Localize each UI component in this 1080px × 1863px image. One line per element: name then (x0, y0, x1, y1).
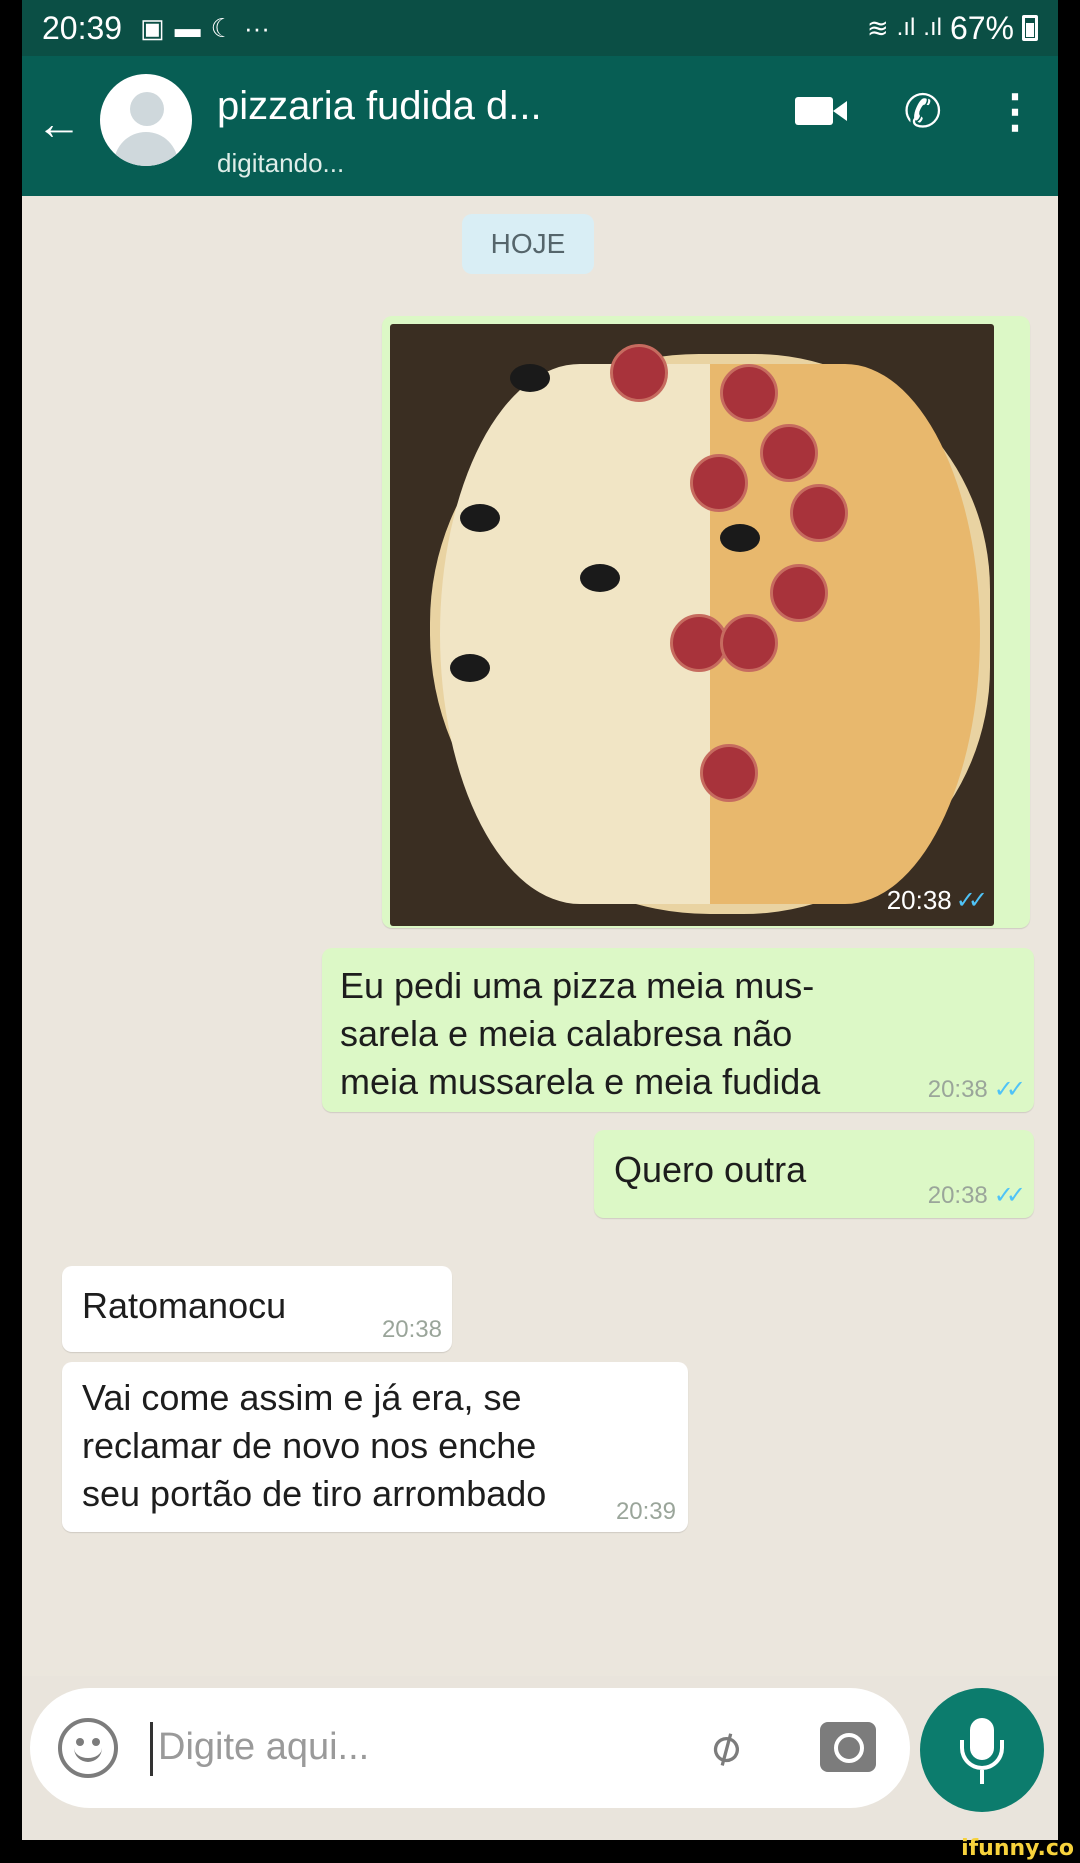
phone-screen: 20:39 ▣ ▬ ☾ ··· ≋ .ıl .ıl 67% ← pizzaria… (22, 0, 1058, 1840)
chat-header: ← pizzaria fudida d... digitando... ✆ ⋮ (22, 56, 1058, 196)
video-call-icon[interactable] (795, 87, 853, 135)
header-actions: ✆ ⋮ (795, 84, 1038, 138)
message-text: Ratomanocu (82, 1285, 287, 1326)
battery-level: 67% (949, 9, 1014, 46)
olive (720, 524, 760, 552)
message-text: Eu pedi uma pizza meia mus- sarela e mei… (340, 962, 900, 1106)
signal-icon: .ıl (923, 14, 942, 41)
status-time: 20:39 (42, 9, 123, 46)
olive (510, 364, 550, 392)
read-ticks-icon: ✓✓ (955, 887, 988, 914)
pepperoni (760, 424, 818, 482)
message-input[interactable]: Digite aqui... (158, 1726, 369, 1769)
message-image-outgoing[interactable]: 20:38 ✓✓ (382, 316, 1030, 928)
message-meta: 20:38 ✓✓ (927, 1181, 1026, 1210)
contact-status: digitando... (217, 148, 345, 178)
pepperoni (720, 614, 778, 672)
contact-name[interactable]: pizzaria fudida d... (217, 84, 542, 129)
message-text: Vai come assim e já era, se reclamar de … (82, 1374, 642, 1518)
read-ticks-icon: ✓✓ (993, 1076, 1026, 1103)
moon-icon: ☾ (210, 12, 234, 43)
text-caret (150, 1722, 153, 1776)
emoji-icon[interactable] (58, 1718, 118, 1778)
camera-icon[interactable] (820, 1722, 876, 1772)
avatar-head (130, 92, 164, 126)
more-icon: ··· (243, 12, 270, 43)
signal-icon: .ıl (896, 14, 916, 41)
status-bar: 20:39 ▣ ▬ ☾ ··· ≋ .ıl .ıl 67% (22, 0, 1058, 56)
message-text: Quero outra (614, 1149, 807, 1190)
message-time: 20:39 (615, 1498, 676, 1525)
menu-icon[interactable]: ⋮ (992, 84, 1038, 138)
message-line: Eu pedi uma pizza meia mus- (340, 965, 815, 1006)
voice-call-icon[interactable]: ✆ (903, 84, 942, 138)
mic-button[interactable] (920, 1688, 1044, 1812)
message-outgoing[interactable]: Quero outra 20:38 ✓✓ (594, 1130, 1034, 1218)
pepperoni (790, 484, 848, 542)
olive (450, 654, 490, 682)
avatar-body (114, 132, 178, 166)
message-meta: 20:38 ✓✓ (886, 885, 988, 916)
message-meta: 20:38 ✓✓ (927, 1075, 1026, 1104)
chat-area: HOJE 20:38 ✓✓ Eu pedi uma pizza meia mus… (22, 196, 1058, 1676)
message-time: 20:38 (381, 1316, 442, 1343)
pepperoni (770, 564, 828, 622)
message-line: seu portão de tiro arrombado (82, 1473, 547, 1514)
wifi-icon: ≋ (866, 12, 889, 43)
message-input-bar[interactable]: Digite aqui... ⌀ (30, 1688, 910, 1808)
message-incoming[interactable]: Ratomanocu 20:38 (62, 1266, 452, 1352)
attachment-icon[interactable]: ⌀ (698, 1715, 751, 1778)
message-time: 20:38 (927, 1075, 988, 1103)
avatar[interactable] (100, 74, 192, 166)
olive (460, 504, 500, 532)
message-incoming[interactable]: Vai come assim e já era, se reclamar de … (62, 1362, 688, 1532)
pizza-photo[interactable]: 20:38 ✓✓ (390, 324, 994, 926)
watermark-logo: ifunny.co (961, 1836, 1074, 1861)
pepperoni (720, 364, 778, 422)
message-meta: 20:39 (616, 1498, 676, 1526)
message-time: 20:38 (886, 885, 952, 915)
pepperoni (700, 744, 758, 802)
message-time: 20:38 (927, 1181, 988, 1209)
battery-icon (1022, 15, 1038, 41)
notification-icon: ▣ (140, 12, 165, 43)
message-icon: ▬ (174, 12, 201, 43)
pepperoni (690, 454, 748, 512)
message-line: reclamar de novo nos enche (82, 1425, 537, 1466)
message-meta: 20:38 (382, 1316, 442, 1344)
read-ticks-icon: ✓✓ (993, 1182, 1026, 1209)
message-line: Vai come assim e já era, se (82, 1377, 522, 1418)
pepperoni (610, 344, 668, 402)
back-arrow-icon[interactable]: ← (36, 96, 82, 150)
message-outgoing[interactable]: Eu pedi uma pizza meia mus- sarela e mei… (322, 948, 1034, 1112)
date-chip: HOJE (462, 214, 594, 274)
message-line: sarela e meia calabresa não (340, 1013, 793, 1054)
message-line: meia mussarela e meia fudida (340, 1061, 821, 1102)
status-right: ≋ .ıl .ıl 67% (867, 10, 1038, 47)
olive (580, 564, 620, 592)
